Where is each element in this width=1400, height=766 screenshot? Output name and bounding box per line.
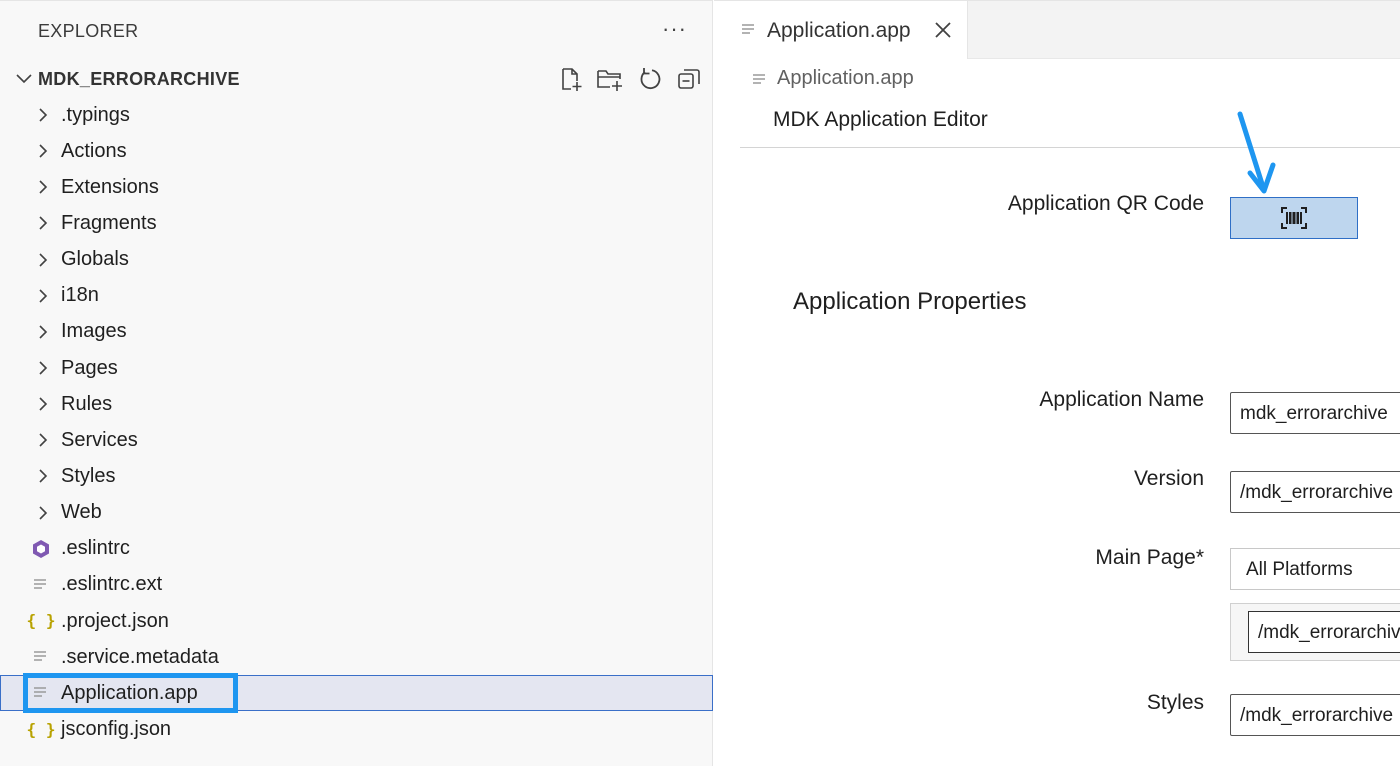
tree-file-project-json[interactable]: { } .project.json <box>0 603 713 639</box>
tree-folder-extensions[interactable]: Extensions <box>0 169 713 205</box>
tree-folder-typings[interactable]: .typings <box>0 97 713 133</box>
tree-item-label: Globals <box>61 248 129 271</box>
select-value: All Platforms <box>1246 559 1353 580</box>
input-value: /mdk_errorarchive <box>1258 622 1400 643</box>
version-input[interactable]: /mdk_errorarchive <box>1230 471 1400 513</box>
tree-item-label: .eslintrc <box>61 537 130 560</box>
chevron-right-icon <box>39 433 48 447</box>
more-actions-button[interactable]: ··· <box>662 18 687 40</box>
main-page-input[interactable]: /mdk_errorarchive <box>1248 611 1400 653</box>
text-file-icon <box>742 24 754 34</box>
tree-item-label: jsconfig.json <box>61 717 172 740</box>
tree-file-service-metadata[interactable]: .service.metadata <box>0 639 713 675</box>
json-icon: { } <box>26 719 56 739</box>
collapse-all-icon <box>678 69 700 89</box>
tab-bar: Application.app <box>714 1 1400 59</box>
eslint-icon <box>30 538 52 560</box>
refresh-icon <box>640 68 661 90</box>
project-folder-row[interactable]: MDK_ERRORARCHIVE <box>0 63 713 95</box>
text-file-icon <box>30 646 52 668</box>
tree-folder-images[interactable]: Images <box>0 314 713 350</box>
tree-item-label: .typings <box>61 103 130 126</box>
chevron-down-icon <box>16 74 32 84</box>
text-file-icon <box>753 74 765 84</box>
tree-item-label: Rules <box>61 392 113 415</box>
platform-select[interactable]: All Platforms <box>1230 548 1400 590</box>
tree-item-label: .service.metadata <box>61 645 219 668</box>
styles-input[interactable]: /mdk_errorarchive <box>1230 694 1400 736</box>
tree-item-label: Fragments <box>61 211 157 234</box>
chevron-right-icon <box>39 108 48 122</box>
application-name-input[interactable]: mdk_errorarchive <box>1230 392 1400 434</box>
tree-item-label: Actions <box>61 139 127 162</box>
tree-item-label: Services <box>61 428 138 451</box>
chevron-right-icon <box>39 361 48 375</box>
tree-item-label: i18n <box>61 284 99 307</box>
collapse-all-button[interactable] <box>675 65 703 93</box>
tree-folder-rules[interactable]: Rules <box>0 386 713 422</box>
platform-panel: /mdk_errorarchive <box>1230 603 1400 661</box>
chevron-right-icon <box>39 144 48 158</box>
text-file-icon <box>30 682 52 704</box>
tree-file-application-app[interactable]: Application.app <box>0 673 713 714</box>
tree-folder-styles[interactable]: Styles <box>0 458 713 494</box>
tree-item-label: Web <box>61 501 102 524</box>
tree-folder-services[interactable]: Services <box>0 422 713 458</box>
version-label: Version <box>1133 467 1204 490</box>
close-icon[interactable] <box>932 19 954 41</box>
chevron-right-icon <box>39 505 48 520</box>
chevron-right-icon <box>39 216 48 230</box>
barcode-icon <box>1281 207 1307 229</box>
tree-item-label: Pages <box>61 356 118 379</box>
tree-file-jsconfig-json[interactable]: { } jsconfig.json <box>0 711 713 747</box>
tree-item-label: Application.app <box>61 681 198 704</box>
tree-folder-actions[interactable]: Actions <box>0 133 713 169</box>
input-value: /mdk_errorarchive <box>1240 705 1394 726</box>
tree-item-label: Images <box>61 320 127 343</box>
tree-folder-web[interactable]: Web <box>0 495 713 531</box>
text-file-icon <box>30 574 52 596</box>
tree-folder-i18n[interactable]: i18n <box>0 278 713 314</box>
refresh-button[interactable] <box>636 65 664 93</box>
tree-item-label: .project.json <box>61 609 169 632</box>
editor-title: MDK Application Editor <box>773 108 988 131</box>
chevron-right-icon <box>39 469 48 483</box>
chevron-right-icon <box>39 397 48 411</box>
divider <box>740 147 1400 148</box>
chevron-right-icon <box>39 180 48 194</box>
input-value: /mdk_errorarchive <box>1240 482 1394 503</box>
section-title: Application Properties <box>793 288 1027 315</box>
tree-folder-pages[interactable]: Pages <box>0 350 713 386</box>
annotation-arrow <box>1237 111 1276 194</box>
project-name: MDK_ERRORARCHIVE <box>38 69 240 89</box>
qr-code-button[interactable] <box>1230 197 1358 239</box>
chevron-right-icon <box>39 252 48 267</box>
input-value: mdk_errorarchive <box>1240 403 1388 424</box>
tree-item-label: Styles <box>61 464 116 487</box>
chevron-right-icon <box>39 325 48 339</box>
new-folder-button[interactable] <box>596 65 624 93</box>
tab-label: Application.app <box>767 19 911 42</box>
explorer-title: EXPLORER <box>38 21 139 41</box>
tree-file-eslintrc-ext[interactable]: .eslintrc.ext <box>0 567 713 603</box>
new-file-icon <box>562 68 582 91</box>
qr-code-label: Application QR Code <box>1007 192 1204 215</box>
application-name-label: Application Name <box>1039 388 1204 411</box>
tab-application-app[interactable]: Application.app <box>714 1 968 59</box>
breadcrumb-label: Application.app <box>777 67 914 89</box>
tree-folder-globals[interactable]: Globals <box>0 242 713 278</box>
tree-file-eslintrc[interactable]: .eslintrc <box>0 531 713 567</box>
tree-item-label: Extensions <box>61 175 159 198</box>
styles-label: Styles <box>1146 691 1204 714</box>
json-icon: { } <box>26 611 56 631</box>
new-folder-icon <box>597 70 622 91</box>
explorer-sidebar: EXPLORER ··· MDK_ERRORARCHIVE .typings A… <box>0 0 713 766</box>
editor-area: Application.app Application.app MDK Appl… <box>714 0 1400 766</box>
tree-item-label: .eslintrc.ext <box>61 573 163 596</box>
tree-folder-fragments[interactable]: Fragments <box>0 205 713 241</box>
new-file-button[interactable] <box>557 65 585 93</box>
main-page-label: Main Page* <box>1095 546 1204 569</box>
chevron-right-icon <box>39 289 48 303</box>
file-tree: .typings Actions Extensions Fragments Gl… <box>0 97 713 748</box>
